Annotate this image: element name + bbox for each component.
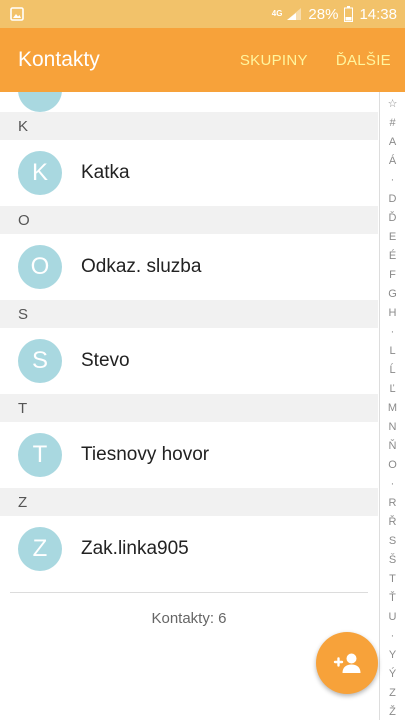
index-letter[interactable]: Ř xyxy=(380,513,405,532)
gallery-icon xyxy=(10,7,24,21)
status-bar: 4G 28% 14:38 xyxy=(0,0,405,28)
index-letter[interactable]: Ĺ xyxy=(380,361,405,380)
contact-list[interactable]: K K Katka O O Odkaz. sluzba S S Stevo T … xyxy=(0,92,378,720)
status-left xyxy=(10,7,24,21)
avatar: Z xyxy=(18,527,62,571)
index-letter[interactable]: · xyxy=(380,171,405,190)
index-letter[interactable]: F xyxy=(380,266,405,285)
index-letter[interactable]: D xyxy=(380,190,405,209)
avatar: O xyxy=(18,245,62,289)
contact-count: Kontakty: 6 xyxy=(151,610,227,627)
section-header-t: T xyxy=(0,394,378,422)
section-header-o: O xyxy=(0,206,378,234)
partial-contact-row[interactable] xyxy=(0,92,378,112)
contact-row-odkaz-sluzba[interactable]: O Odkaz. sluzba xyxy=(0,234,378,300)
index-letter[interactable]: G xyxy=(380,285,405,304)
index-letter[interactable]: Z xyxy=(380,684,405,703)
app-bar: Kontakty SKUPINY ĎALŠIE xyxy=(0,28,405,92)
battery-icon xyxy=(344,6,354,22)
add-contact-icon xyxy=(333,652,361,674)
index-letter[interactable]: L xyxy=(380,342,405,361)
section-header-k: K xyxy=(0,112,378,140)
contact-row-zak-linka905[interactable]: Z Zak.linka905 xyxy=(0,516,378,582)
index-letter[interactable]: H xyxy=(380,304,405,323)
avatar: K xyxy=(18,151,62,195)
index-letter[interactable]: Ž xyxy=(380,703,405,720)
index-letter[interactable]: · xyxy=(380,323,405,342)
page-title: Kontakty xyxy=(18,48,100,71)
clock: 14:38 xyxy=(359,5,397,23)
contact-row-tiesnovy-hovor[interactable]: T Tiesnovy hovor xyxy=(0,422,378,488)
app-actions: SKUPINY ĎALŠIE xyxy=(240,52,391,69)
signal-icon xyxy=(286,7,302,21)
avatar: T xyxy=(18,433,62,477)
contact-row-stevo[interactable]: S Stevo xyxy=(0,328,378,394)
index-letter[interactable]: T xyxy=(380,570,405,589)
index-letter[interactable]: Ď xyxy=(380,209,405,228)
index-letter[interactable]: Š xyxy=(380,551,405,570)
index-letter[interactable]: Ľ xyxy=(380,380,405,399)
index-letter[interactable]: O xyxy=(380,456,405,475)
more-button[interactable]: ĎALŠIE xyxy=(336,52,391,69)
index-letter[interactable]: M xyxy=(380,399,405,418)
index-letter[interactable]: · xyxy=(380,627,405,646)
list-divider xyxy=(10,592,368,593)
section-header-s: S xyxy=(0,300,378,328)
partial-avatar xyxy=(18,92,62,112)
add-contact-button[interactable] xyxy=(316,632,378,694)
contact-name: Odkaz. sluzba xyxy=(81,256,202,277)
avatar: S xyxy=(18,339,62,383)
index-letter[interactable]: Ť xyxy=(380,589,405,608)
index-letter[interactable]: Ý xyxy=(380,665,405,684)
index-letter[interactable]: ☆ xyxy=(380,95,405,114)
index-letter[interactable]: A xyxy=(380,133,405,152)
index-letter[interactable]: # xyxy=(380,114,405,133)
index-letter[interactable]: S xyxy=(380,532,405,551)
contact-name: Zak.linka905 xyxy=(81,538,189,559)
index-letter[interactable]: R xyxy=(380,494,405,513)
index-letter[interactable]: N xyxy=(380,418,405,437)
index-letter[interactable]: E xyxy=(380,228,405,247)
contact-row-katka[interactable]: K Katka xyxy=(0,140,378,206)
network-type: 4G xyxy=(271,8,283,18)
contact-name: Tiesnovy hovor xyxy=(81,444,210,465)
battery-percent: 28% xyxy=(308,5,339,23)
section-header-z: Z xyxy=(0,488,378,516)
index-letter[interactable]: Y xyxy=(380,646,405,665)
contact-name: Katka xyxy=(81,162,130,183)
index-letter[interactable]: Ň xyxy=(380,437,405,456)
index-letter[interactable]: U xyxy=(380,608,405,627)
index-letter[interactable]: É xyxy=(380,247,405,266)
alphabet-index-bar[interactable]: ☆ # A Á · D Ď E É F G H · L Ĺ Ľ M N Ň O · R Ř S Š T Ť U · Y Ý Z Ž xyxy=(379,92,405,720)
index-letter[interactable]: · xyxy=(380,475,405,494)
status-right: 4G 28% 14:38 xyxy=(272,6,397,23)
index-letter[interactable]: Á xyxy=(380,152,405,171)
groups-button[interactable]: SKUPINY xyxy=(240,52,308,69)
contact-name: Stevo xyxy=(81,350,130,371)
